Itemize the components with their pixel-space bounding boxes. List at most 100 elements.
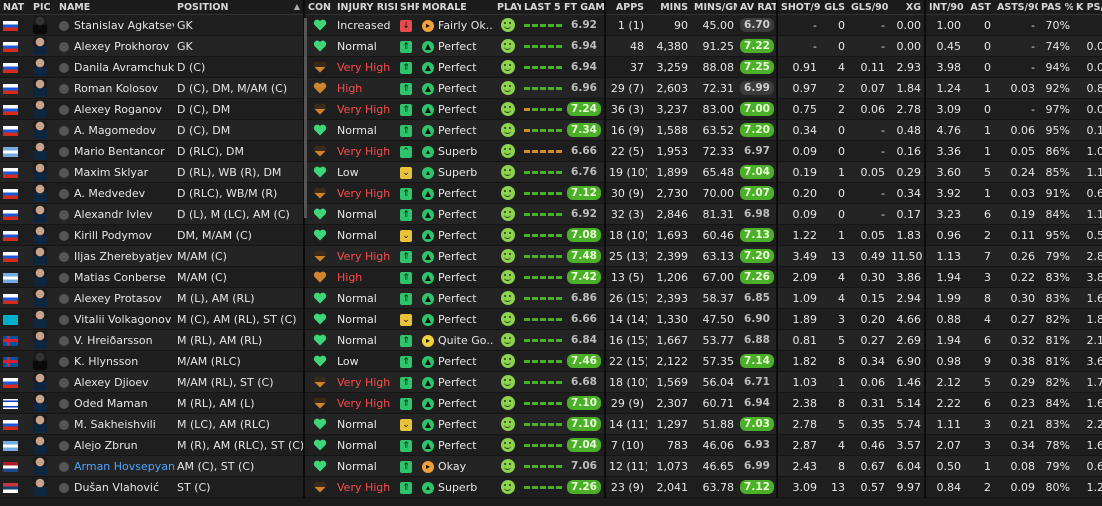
player-name[interactable]: Kirill Podymov xyxy=(74,229,152,242)
col-gls90[interactable]: GLS/90 xyxy=(848,0,888,15)
player-name-cell[interactable]: Alexey Roganov xyxy=(56,99,174,120)
player-name-cell[interactable]: Stanislav Agkatsev xyxy=(56,15,174,36)
player-name[interactable]: Iljas Zherebyatjev xyxy=(74,250,173,263)
col-pas[interactable]: PAS % xyxy=(1038,0,1073,15)
col-asts90[interactable]: ASTS/90 xyxy=(994,0,1038,15)
table-row[interactable]: Alexey Roganov D (C), DM Very High ⇑ ▲ Perfec… xyxy=(0,98,1102,120)
table-row[interactable]: Kirill Podymov DM, M/AM (C) Normal ⌄ ▲ Perfec… xyxy=(0,224,1102,246)
table-row[interactable]: Alexey Djioev M/AM (RL), ST (C) Very High ⇑… xyxy=(0,371,1102,393)
table-row[interactable]: M. Sakheishvili M (LC), AM (RLC) Normal ⌄ ▲ P… xyxy=(0,413,1102,435)
player-name-cell[interactable]: Maxim Sklyar xyxy=(56,162,174,183)
table-row[interactable]: Oded Maman M (RL), AM (L) Very High ⇑ ▲ Perfe… xyxy=(0,392,1102,414)
player-name-cell[interactable]: Mario Bentancor xyxy=(56,141,174,162)
table-row[interactable]: Dušan Vlahović ST (C) Very High ⇑ ▴ Superb 7.2… xyxy=(0,476,1102,498)
col-mins[interactable]: MINS xyxy=(647,0,691,15)
sort-icon[interactable]: ▲ xyxy=(294,2,300,11)
player-name-cell[interactable]: Alexandr Ivlev xyxy=(56,204,174,225)
player-name[interactable]: A. Magomedov xyxy=(74,124,156,137)
col-name[interactable]: NAME xyxy=(56,0,174,15)
col-morale[interactable]: MORALE xyxy=(419,0,494,15)
table-row[interactable]: Alejo Zbrun M (R), AM (RLC), ST (C) Normal… xyxy=(0,434,1102,456)
col-position[interactable]: POSITION ▲ xyxy=(174,0,305,15)
player-name-cell[interactable]: Vitalii Volkagonov xyxy=(56,309,174,330)
player-name-cell[interactable]: Alexey Protasov xyxy=(56,288,174,309)
col-av-rat[interactable]: AV RAT xyxy=(737,0,778,15)
player-name-cell[interactable]: A. Magomedov xyxy=(56,120,174,141)
col-int90[interactable]: INT/90 xyxy=(925,0,964,15)
player-name[interactable]: A. Medvedev xyxy=(74,187,145,200)
player-name[interactable]: Alexey Djioev xyxy=(74,376,149,389)
player-name[interactable]: Maxim Sklyar xyxy=(74,166,148,179)
player-name-cell[interactable]: Dušan Vlahović xyxy=(56,477,174,498)
table-row[interactable]: Iljas Zherebyatjev M/AM (C) Very High ⇑ ▲ Per… xyxy=(0,245,1102,267)
col-xg[interactable]: XG xyxy=(888,0,926,15)
player-name[interactable]: Danila Avramchuk xyxy=(74,61,174,74)
player-name-cell[interactable]: Alejo Zbrun xyxy=(56,435,174,456)
player-name-cell[interactable]: K. Hlynsson xyxy=(56,351,174,372)
player-name[interactable]: K. Hlynsson xyxy=(74,355,138,368)
col-mins-gm[interactable]: MINS/GM xyxy=(691,0,737,15)
happy-face-icon xyxy=(500,291,515,305)
col-nat[interactable]: NAT xyxy=(0,0,30,15)
interceptions-per-90: 0.45 xyxy=(936,39,962,53)
table-row[interactable]: Mario Bentancor D (RLC), DM Very High ⌃ ▴ Sup… xyxy=(0,140,1102,162)
morale-cell: ▲ Perfect xyxy=(419,309,494,330)
col-shot90[interactable]: SHOT/90 xyxy=(777,0,820,15)
table-row[interactable]: V. Hreiðarsson M (RL), AM (RL) Normal ⇑ ▸ Qui… xyxy=(0,329,1102,351)
table-row[interactable]: Maxim Sklyar D (RL), WB (R), DM Low ⌄ ▴ Super… xyxy=(0,161,1102,183)
table-row[interactable]: K. Hlynsson M/AM (RLC) Low ⇑ ▲ Perfect 7.46 22 … xyxy=(0,350,1102,372)
player-name[interactable]: M. Sakheishvili xyxy=(74,418,156,431)
player-name-cell[interactable]: A. Medvedev xyxy=(56,183,174,204)
player-name[interactable]: Roman Kolosov xyxy=(74,82,158,95)
table-row[interactable]: Roman Kolosov D (C), DM, M/AM (C) High ⇑ ▲ Pe… xyxy=(0,77,1102,99)
player-name-cell[interactable]: M. Sakheishvili xyxy=(56,414,174,435)
player-name[interactable]: Alexey Roganov xyxy=(74,103,162,116)
player-name-cell[interactable]: Roman Kolosov xyxy=(56,78,174,99)
table-row[interactable]: Matias Conberse M/AM (C) High ⇑ ▲ Perfect 7.42… xyxy=(0,266,1102,288)
col-con[interactable]: CON xyxy=(304,0,334,15)
table-row[interactable]: Danila Avramchuk D (C) Very High ⇑ ▲ Perfect 6… xyxy=(0,56,1102,78)
player-name[interactable]: Alexandr Ivlev xyxy=(74,208,152,221)
average-rating: 7.00 xyxy=(740,102,774,116)
player-name[interactable]: Alexey Protasov xyxy=(74,292,162,305)
col-injury[interactable]: INJURY RISK xyxy=(334,0,397,15)
scrollbar[interactable] xyxy=(304,18,307,218)
player-name[interactable]: V. Hreiðarsson xyxy=(74,334,153,347)
player-name[interactable]: Stanislav Agkatsev xyxy=(74,19,174,32)
player-name-cell[interactable]: Iljas Zherebyatjev xyxy=(56,246,174,267)
table-row[interactable]: Alexandr Ivlev D (L), M (LC), AM (C) Norma… xyxy=(0,203,1102,225)
player-name-cell[interactable]: Alexey Prokhorov xyxy=(56,36,174,57)
player-name-cell[interactable]: Danila Avramchuk xyxy=(56,57,174,78)
player-name-cell[interactable]: Kirill Podymov xyxy=(56,225,174,246)
col-ast[interactable]: AST xyxy=(964,0,994,15)
player-name[interactable]: Alejo Zbrun xyxy=(74,439,138,452)
player-name-cell[interactable]: Arman Hovsepyan xyxy=(56,456,174,477)
player-name[interactable]: Dušan Vlahović xyxy=(74,481,159,494)
player-name-cell[interactable]: V. Hreiðarsson xyxy=(56,330,174,351)
appearances: 1 (1) xyxy=(617,18,644,32)
col-kps90[interactable]: K PS/90 xyxy=(1073,0,1102,15)
table-row[interactable]: Alexey Protasov M (L), AM (RL) Normal ⇑ ▲ Per… xyxy=(0,287,1102,309)
col-gls[interactable]: GLS xyxy=(820,0,848,15)
table-row[interactable]: Vitalii Volkagonov M (C), AM (RL), ST (C)… xyxy=(0,308,1102,330)
col-shp[interactable]: SHP xyxy=(397,0,419,15)
col-pic[interactable]: PIC xyxy=(30,0,56,15)
player-name-cell[interactable]: Alexey Djioev xyxy=(56,372,174,393)
player-name[interactable]: Vitalii Volkagonov xyxy=(74,313,171,326)
table-row[interactable]: A. Medvedev D (RLC), WB/M (R) Very High ⇑ ▲ P… xyxy=(0,182,1102,204)
col-apps[interactable]: APPS xyxy=(605,0,647,15)
player-name[interactable]: Matias Conberse xyxy=(74,271,166,284)
player-name[interactable]: Arman Hovsepyan xyxy=(74,460,174,473)
table-row[interactable]: Alexey Prokhorov GK Normal ⇑ ▲ Perfect 6.94 48 4… xyxy=(0,35,1102,57)
player-name-cell[interactable]: Oded Maman xyxy=(56,393,174,414)
col-play[interactable]: PLAY... xyxy=(494,0,521,15)
table-row[interactable]: Arman Hovsepyan AM (C), ST (C) Normal ⇑ ▸ Oka… xyxy=(0,455,1102,477)
player-name[interactable]: Alexey Prokhorov xyxy=(74,40,169,53)
morale-icon: ▲ xyxy=(422,271,434,284)
player-name[interactable]: Oded Maman xyxy=(74,397,148,410)
player-name[interactable]: Mario Bentancor xyxy=(74,145,165,158)
table-row[interactable]: Stanislav Agkatsev GK Increased ↓ ▸ Fairly Ok… xyxy=(0,14,1102,36)
col-last5[interactable]: LAST 5 FT GAMES xyxy=(521,0,606,15)
player-name-cell[interactable]: Matias Conberse xyxy=(56,267,174,288)
table-row[interactable]: A. Magomedov D (C), DM Normal ⇑ ▲ Perfect 7.34… xyxy=(0,119,1102,141)
